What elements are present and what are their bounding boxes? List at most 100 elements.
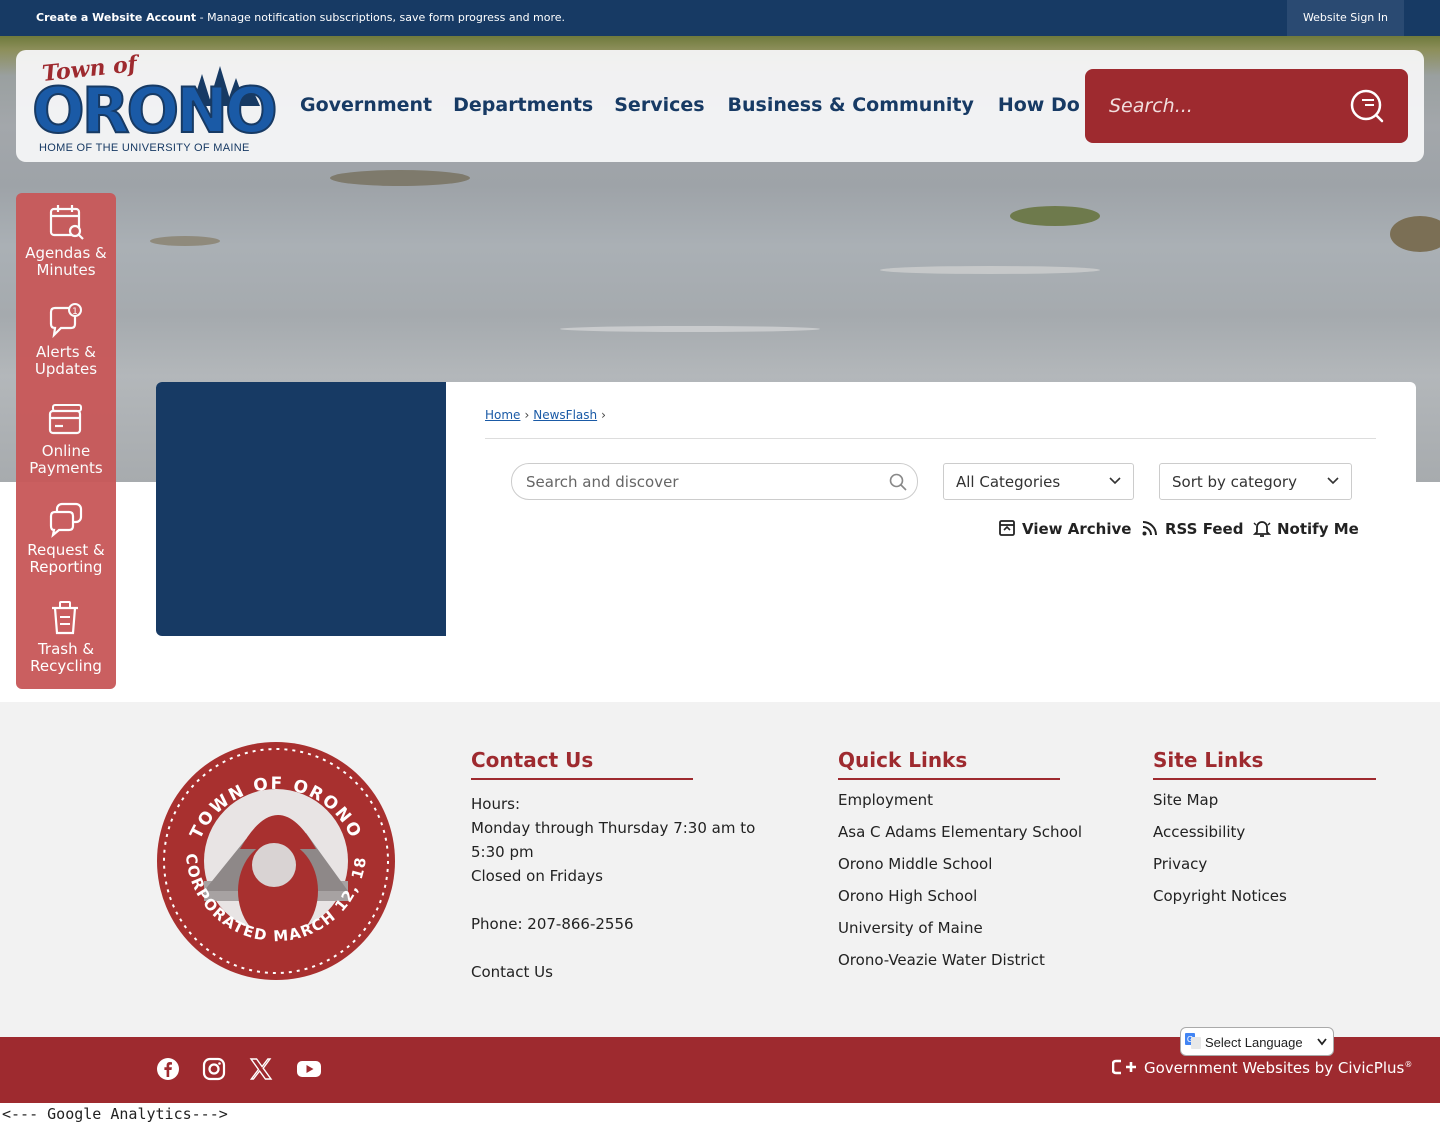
quick-link-request[interactable]: Request & Reporting: [16, 490, 116, 589]
top-bar: Create a Website Account - Manage notifi…: [0, 0, 1440, 36]
quick-link-alerts[interactable]: 1 Alerts & Updates: [16, 292, 116, 391]
x-icon[interactable]: [249, 1057, 273, 1081]
breadcrumb-newsflash[interactable]: NewsFlash: [533, 408, 597, 422]
rock: [1010, 206, 1100, 226]
footer-link[interactable]: Copyright Notices: [1153, 880, 1376, 912]
svg-text:1: 1: [72, 307, 78, 317]
rss-feed-link[interactable]: RSS Feed: [1141, 519, 1243, 538]
search-icon[interactable]: [1350, 88, 1386, 124]
category-select[interactable]: All Categories: [943, 463, 1134, 500]
footer-quick-links: Quick Links Employment Asa C Adams Eleme…: [838, 748, 1098, 976]
phone-number: Phone: 207-866-2556: [471, 915, 634, 933]
sign-in-button[interactable]: Website Sign In: [1286, 0, 1404, 36]
bell-icon: [1252, 521, 1272, 537]
breadcrumb-separator: ›: [524, 408, 530, 422]
side-panel: [156, 382, 446, 636]
divider: [485, 438, 1376, 439]
civicplus-label: Government Websites by CivicPlus: [1144, 1059, 1405, 1077]
civicplus-credit[interactable]: Government Websites by CivicPlus®: [1111, 1059, 1413, 1077]
rss-feed-label: RSS Feed: [1165, 520, 1244, 538]
news-search-input[interactable]: [524, 472, 874, 492]
quick-link-trash[interactable]: Trash & Recycling: [16, 589, 116, 688]
notify-me-link[interactable]: Notify Me: [1252, 519, 1359, 538]
footer-site-links: Site Links Site Map Accessibility Privac…: [1153, 748, 1376, 912]
quick-link-label: Agendas & Minutes: [25, 244, 107, 279]
quick-link-label: Alerts & Updates: [34, 343, 98, 378]
site-search-input[interactable]: [1107, 91, 1337, 121]
create-account-link[interactable]: Create a Website Account: [36, 11, 196, 24]
footer-contact-title: Contact Us: [471, 748, 693, 780]
breadcrumb-home[interactable]: Home: [485, 408, 520, 422]
alert-chat-icon: 1: [49, 303, 82, 339]
hours-label: Hours:: [471, 795, 520, 813]
rock: [150, 236, 220, 246]
calendar-search-icon: [49, 205, 84, 240]
footer-quick-links-title: Quick Links: [838, 748, 1060, 780]
nav-services[interactable]: Services: [614, 94, 704, 116]
notify-me-label: Notify Me: [1277, 520, 1359, 538]
logo-tagline: HOME OF THE UNIVERSITY OF MAINE: [39, 142, 250, 154]
view-archive-link[interactable]: View Archive: [998, 519, 1131, 538]
footer-link[interactable]: Orono-Veazie Water District: [838, 944, 1098, 976]
trash-icon: [52, 601, 78, 635]
logo-name: ORONO: [31, 74, 279, 147]
registered-mark: ®: [1404, 1060, 1413, 1069]
view-archive-label: View Archive: [1022, 520, 1132, 538]
news-search: [511, 463, 918, 500]
town-seal: TOWN OF ORONO INCORPORATED MARCH 12, 180…: [156, 741, 395, 980]
town-logo[interactable]: Town of ORONO HOME OF THE UNIVERSITY OF …: [31, 51, 279, 158]
archive-icon: [999, 520, 1015, 536]
language-select[interactable]: G Select Language: [1180, 1027, 1334, 1056]
rock: [330, 170, 470, 186]
contact-us-link[interactable]: Contact Us: [471, 960, 771, 984]
search-icon[interactable]: [889, 473, 907, 491]
instagram-icon[interactable]: [202, 1057, 226, 1081]
quick-links-panel: Agendas & Minutes 1 Alerts & Updates Onl…: [16, 193, 116, 689]
quick-link-label: Request & Reporting: [27, 541, 105, 576]
sort-select-value: Sort by category: [1172, 473, 1297, 491]
quick-link-agendas[interactable]: Agendas & Minutes: [16, 193, 116, 292]
sort-select[interactable]: Sort by category: [1159, 463, 1352, 500]
account-message: Create a Website Account - Manage notifi…: [36, 11, 565, 24]
nav-business-community[interactable]: Business & Community: [728, 94, 974, 116]
analytics-comment: <--- Google Analytics--->: [2, 1105, 228, 1123]
water-ripple: [880, 266, 1100, 274]
nav-departments[interactable]: Departments: [453, 94, 593, 116]
rss-icon: [1142, 521, 1157, 536]
nav-government[interactable]: Government: [300, 94, 432, 116]
youtube-icon[interactable]: [296, 1057, 322, 1081]
rock: [1390, 216, 1440, 252]
footer-contact: Contact Us Hours: Monday through Thursda…: [471, 748, 771, 984]
footer-link[interactable]: Accessibility: [1153, 816, 1376, 848]
civicplus-logo-icon: [1111, 1059, 1136, 1075]
footer-link[interactable]: Orono High School: [838, 880, 1098, 912]
chat-bubbles-icon: [49, 502, 83, 538]
language-select-value: Select Language: [1205, 1035, 1303, 1050]
footer-link[interactable]: University of Maine: [838, 912, 1098, 944]
footer-link[interactable]: Site Map: [1153, 784, 1376, 816]
footer-link[interactable]: Orono Middle School: [838, 848, 1098, 880]
credit-card-icon: [48, 404, 82, 435]
chevron-down-icon: [1317, 1038, 1327, 1046]
quick-link-label: Online Payments: [29, 442, 103, 477]
main-nav: Government Departments Services Business…: [300, 94, 1136, 116]
quick-link-label: Trash & Recycling: [30, 640, 102, 675]
water-ripple: [560, 326, 820, 332]
google-translate-icon: G: [1185, 1033, 1201, 1049]
footer-link[interactable]: Asa C Adams Elementary School: [838, 816, 1098, 848]
hours-line: Closed on Fridays: [471, 867, 603, 885]
hours-line: 5:30 pm: [471, 843, 534, 861]
breadcrumb: Home › NewsFlash ›: [485, 408, 610, 422]
footer-link[interactable]: Employment: [838, 784, 1098, 816]
chevron-down-icon: [1327, 477, 1339, 485]
site-header: Town of ORONO HOME OF THE UNIVERSITY OF …: [16, 50, 1424, 162]
facebook-icon[interactable]: [156, 1057, 180, 1081]
quick-link-payments[interactable]: Online Payments: [16, 391, 116, 490]
breadcrumb-separator: ›: [601, 408, 606, 422]
footer-link[interactable]: Privacy: [1153, 848, 1376, 880]
site-search: [1085, 69, 1408, 143]
chevron-down-icon: [1109, 477, 1121, 485]
hours-line: Monday through Thursday 7:30 am to: [471, 819, 756, 837]
category-select-value: All Categories: [956, 473, 1061, 491]
account-message-text: - Manage notification subscriptions, sav…: [196, 11, 566, 24]
